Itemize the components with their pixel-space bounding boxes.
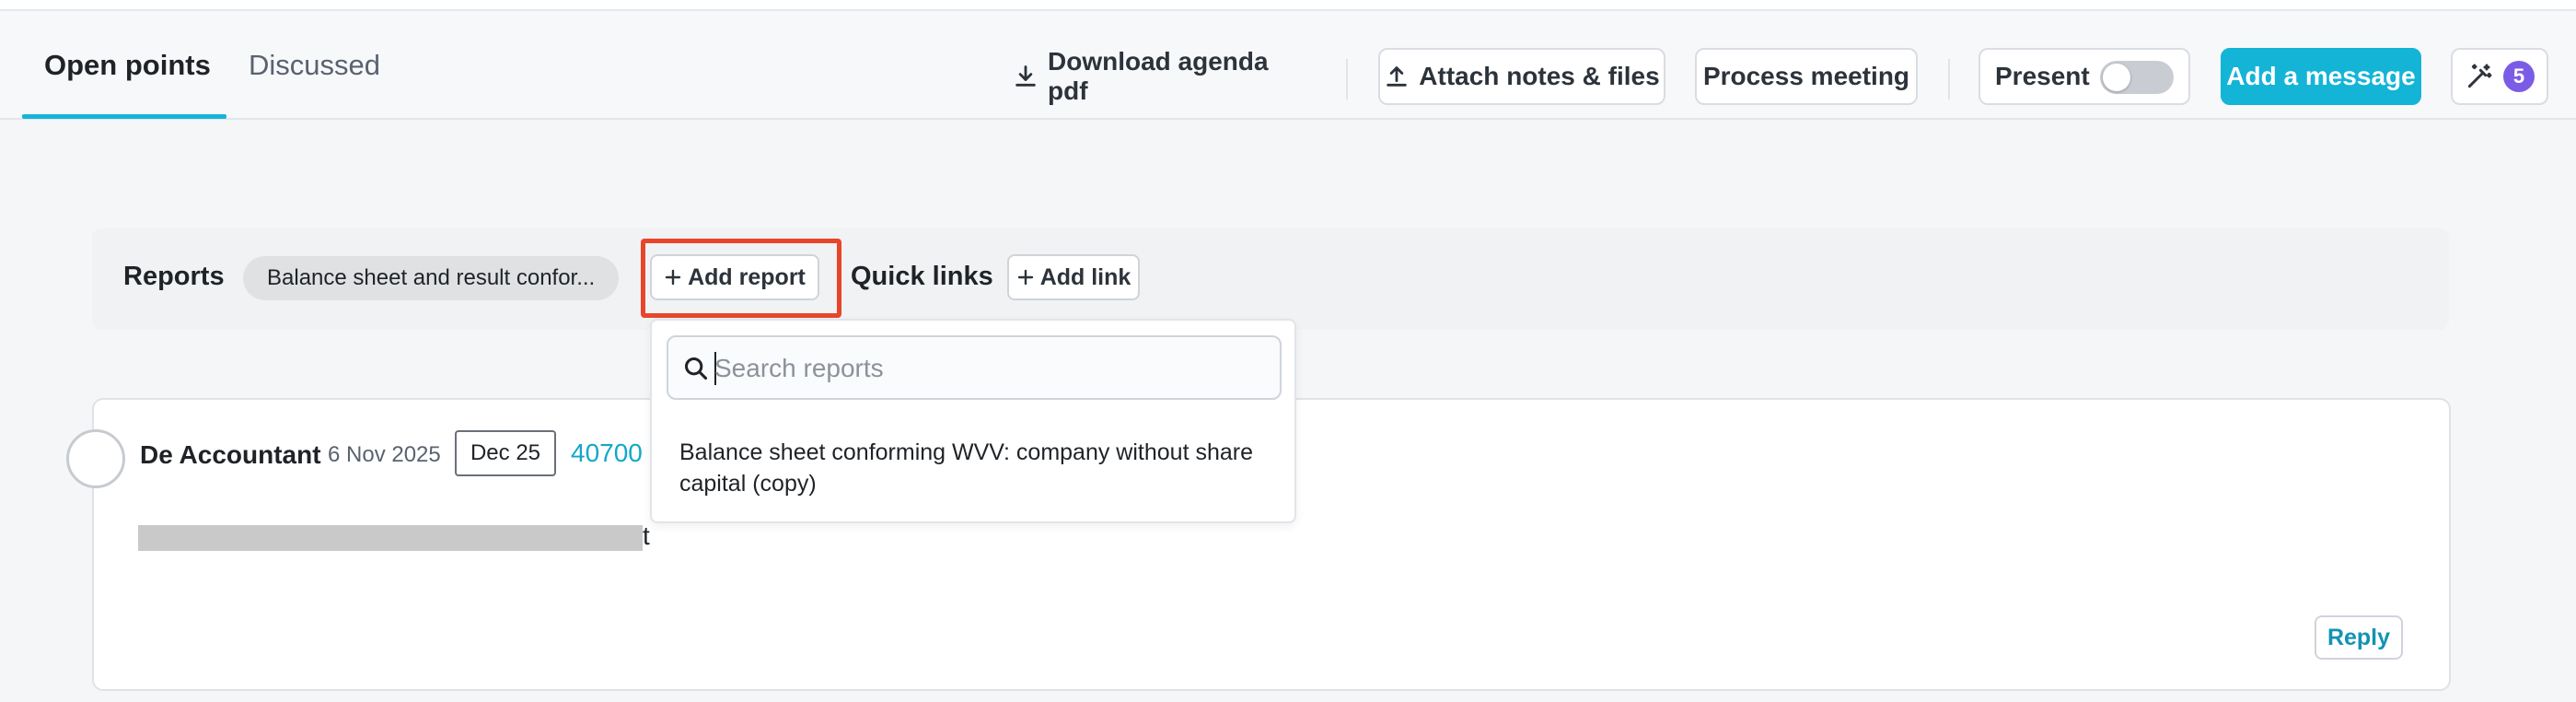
account-code-link[interactable]: 40700: [571, 439, 643, 468]
toggle-knob: [2103, 64, 2130, 91]
tab-discussed[interactable]: Discussed: [249, 11, 380, 120]
present-label: Present: [1995, 62, 2090, 90]
reports-label: Reports: [123, 262, 225, 291]
report-chip-label: Balance sheet and result confor...: [267, 265, 596, 290]
message-body-tail: t: [643, 521, 650, 550]
active-tab-indicator: [22, 114, 226, 119]
toolbar-divider: [1346, 59, 1348, 99]
message-date: 6 Nov 2025: [328, 442, 441, 467]
quick-links-label: Quick links: [851, 262, 993, 291]
present-toggle-button[interactable]: Present: [1978, 48, 2190, 105]
report-chip[interactable]: Balance sheet and result confor...: [243, 256, 619, 300]
process-meeting-button[interactable]: Process meeting: [1695, 48, 1918, 105]
present-toggle[interactable]: [2100, 61, 2174, 94]
report-search-box[interactable]: [667, 335, 1282, 400]
tab-open-points[interactable]: Open points: [44, 11, 211, 120]
report-search-dropdown: Balance sheet conforming WVV: company wi…: [650, 319, 1296, 523]
download-agenda-button[interactable]: Download agenda pdf: [1013, 47, 1307, 105]
message-author: De Accountant: [140, 440, 321, 469]
reply-label: Reply: [2327, 624, 2391, 650]
attach-notes-label: Attach notes & files: [1419, 62, 1660, 90]
download-agenda-label: Download agenda pdf: [1048, 47, 1269, 105]
top-edge: [0, 0, 2576, 11]
redacted-text: [138, 525, 643, 551]
highlight-frame: [641, 239, 841, 318]
search-reports-input[interactable]: [714, 346, 1267, 391]
ai-assist-button[interactable]: 5: [2451, 48, 2548, 105]
add-link-button[interactable]: Add link: [1007, 254, 1140, 300]
avatar: [66, 429, 125, 488]
plus-icon: [1016, 268, 1035, 287]
search-icon: [683, 356, 709, 381]
add-link-label: Add link: [1039, 263, 1131, 290]
download-icon: [1013, 64, 1039, 89]
report-option[interactable]: Balance sheet conforming WVV: company wi…: [679, 437, 1278, 499]
ai-count-badge: 5: [2503, 61, 2535, 92]
period-tag: Dec 25: [455, 430, 556, 476]
process-meeting-label: Process meeting: [1702, 62, 1910, 90]
magic-wand-icon: [2465, 62, 2494, 91]
meeting-header: Open points Discussed Download agenda pd…: [0, 11, 2576, 120]
meeting-page: Open points Discussed Download agenda pd…: [0, 0, 2576, 702]
add-message-button[interactable]: Add a message: [2221, 48, 2421, 105]
toolbar-divider: [1948, 59, 1950, 99]
attach-notes-button[interactable]: Attach notes & files: [1378, 48, 1665, 105]
upload-icon: [1384, 64, 1410, 89]
add-message-label: Add a message: [2226, 62, 2416, 90]
reply-button[interactable]: Reply: [2315, 615, 2403, 660]
